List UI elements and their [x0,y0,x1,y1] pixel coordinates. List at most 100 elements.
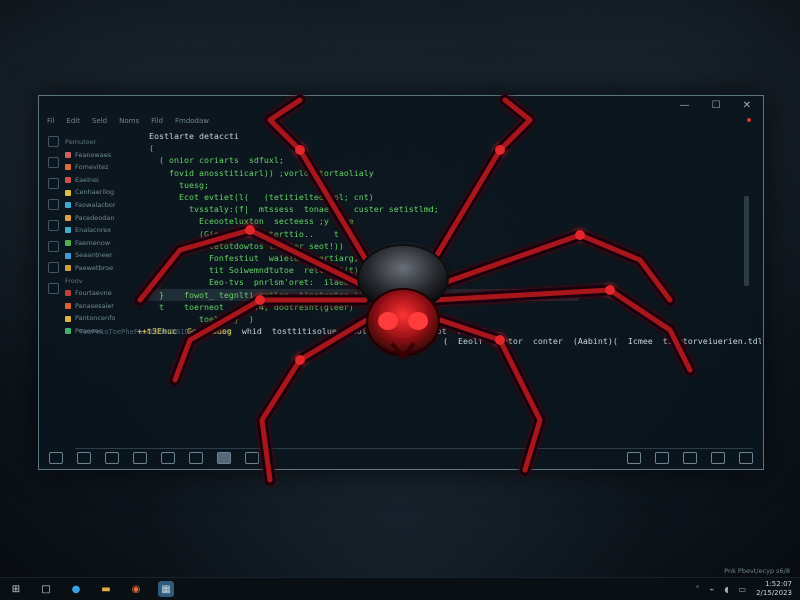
settings-icon[interactable] [47,283,59,294]
code-line: tit Soiwemndtutoe rettetwi(t)) [149,265,364,276]
explorer-file-label: Eaelnei [75,175,99,184]
code-line: } fowot_ tegnlti ortlon tinotemtee (3m1 [149,288,579,301]
explorer-file-label: Fomevitez [75,163,109,172]
code-line: t toerneot - "T4, dootresnt(gleer) [149,301,354,312]
code-line: tiseh to pesot, tnt tesimpemi, twey [481,326,487,336]
file-icon [65,290,71,297]
activity-bar [45,136,61,443]
code-line: ( onior coriarts sdfuxl; [149,155,284,166]
terminal-icon[interactable] [47,262,59,273]
layout-icon[interactable] [49,452,63,464]
code-line: Eceooteluxton secteess ;y ;ye [149,216,354,227]
files-icon[interactable] [47,136,59,147]
file-icon [65,252,71,259]
explorer-file-label: Pantoncenfo [75,314,116,323]
brand-text: Pnk Pbevt/ecyp s6/8 [724,567,790,575]
code-line: Ecot evtiet(l( (tetitieltedtcol; cnt) [149,192,374,203]
tray-icon-4[interactable] [711,452,725,464]
code-editor-right[interactable]: ( Eeolf feptor conter (Aabint)( Icmee ti… [443,336,761,396]
code-line: Fonfestiut waieleletnertiarg, }) [149,253,374,264]
explorer-file-label: Pacedeodan [75,213,115,222]
code-editor-top[interactable]: Eostlarte detaccti ( ( onior coriarts sdf… [149,130,579,326]
menu-item-help[interactable]: Fmdodaw [175,117,209,125]
code-line: ( Icmee tieetorveiuerien.tdlliotefeaiv) [612,336,761,346]
panel-icon[interactable] [245,452,259,464]
menu-bar: Fil Edit Seld Noms Fild Fmdodaw [47,114,209,128]
code-line: fovid anosstiticarl)) ;vorlog tortaolial… [149,167,374,178]
tray-icon-1[interactable] [627,452,641,464]
code-line: ++t3Ehuc Gornuoueg [127,326,232,336]
folder-icon[interactable] [77,452,91,464]
maximize-button[interactable]: ☐ [712,100,721,111]
explorer-file-label: Paewetbroe [75,263,114,272]
explorer-file-label: Feanowaes [75,150,112,159]
code-line: ( tetotdowtos tseeter seot!)) [149,240,344,251]
chrome-icon[interactable] [133,452,147,464]
code-line: whid [231,326,262,336]
clock[interactable]: 1:52:07 2/15/2023 [756,580,792,598]
close-button[interactable]: ✕ [743,100,751,111]
source-control-icon[interactable] [47,178,59,189]
file-icon [65,177,71,184]
folder-icon[interactable]: ▬ [98,581,114,597]
file-icon [65,214,71,221]
window-titlebar: — ☐ ✕ [39,96,763,114]
box-icon[interactable] [161,452,175,464]
volume-icon[interactable]: ◖ [724,585,728,594]
mail-icon[interactable] [189,452,203,464]
menu-item-view[interactable]: Noms [119,117,139,125]
file-icon [65,315,71,322]
file-icon [65,227,71,234]
file-icon [65,240,71,247]
code-editor-window[interactable]: — ☐ ✕ Fil Edit Seld Noms Fild Fmdodaw Pe… [38,95,764,470]
window-statusbar [39,447,763,469]
code-editor-bottom[interactable]: ++t3Ehuc Gornuoueg whid tosttitisolue, t… [127,325,487,450]
explorer-file-label: Cenhaerilog [75,188,115,197]
search-icon[interactable] [47,157,59,168]
menu-item-edit[interactable]: Edit [66,117,80,125]
clock-date: 2/15/2023 [756,589,792,597]
clock-time: 1:52:07 [765,580,792,588]
menu-item-go[interactable]: Fild [151,117,163,125]
file-icon [65,303,71,310]
menu-item-file[interactable]: Fil [47,117,54,125]
file-icon [65,265,71,272]
code-line: (Gie stl; t) terttio.. t [149,228,339,239]
active-app-icon[interactable] [217,452,231,464]
line-number: Toe [79,328,92,336]
file-icon [65,164,71,171]
tray-icon-5[interactable] [739,452,753,464]
explorer-file-label: Faernenow [75,238,111,247]
code-line: tuesg; [149,179,209,190]
explorer-file-label: Panasesaier [75,301,114,310]
menu-item-selection[interactable]: Seld [92,117,107,125]
extensions-icon[interactable] [47,220,59,231]
search-icon[interactable]: □ [38,581,54,597]
code-line: toeld. } ) [149,314,254,325]
chrome-icon[interactable]: ◉ [128,581,144,597]
explorer-file-label: Faowalacbor [75,200,116,209]
explorer-icon[interactable] [47,241,59,252]
cloud-icon[interactable] [105,452,119,464]
minimize-button[interactable]: — [680,100,690,111]
file-icon [65,328,71,335]
system-tray: ˄ ⌁ ◖ ▭ 1:52:07 2/15/2023 [695,580,792,598]
code-editor-taskbar-icon[interactable]: ▦ [158,581,174,597]
debug-icon[interactable] [47,199,59,210]
scrollbar[interactable] [744,196,749,286]
explorer-file-label: Seaantneer [75,251,113,260]
chevron-up-icon[interactable]: ˄ [695,585,699,594]
network-icon[interactable]: ⌁ [709,585,714,594]
code-line: Eostlarte detaccti [149,131,239,141]
code-line: ( Eeolf feptor conter (Aabint) [443,336,613,346]
line-number: Feio [91,328,109,336]
file-icon [65,202,71,209]
battery-icon[interactable]: ▭ [739,585,747,594]
tray-icon-2[interactable] [655,452,669,464]
notification-dot [747,118,751,122]
browser-icon[interactable]: ● [68,581,84,597]
file-icon [65,151,71,158]
code-line: ( [149,143,154,154]
start-icon[interactable]: ⊞ [8,581,24,597]
tray-icon-3[interactable] [683,452,697,464]
